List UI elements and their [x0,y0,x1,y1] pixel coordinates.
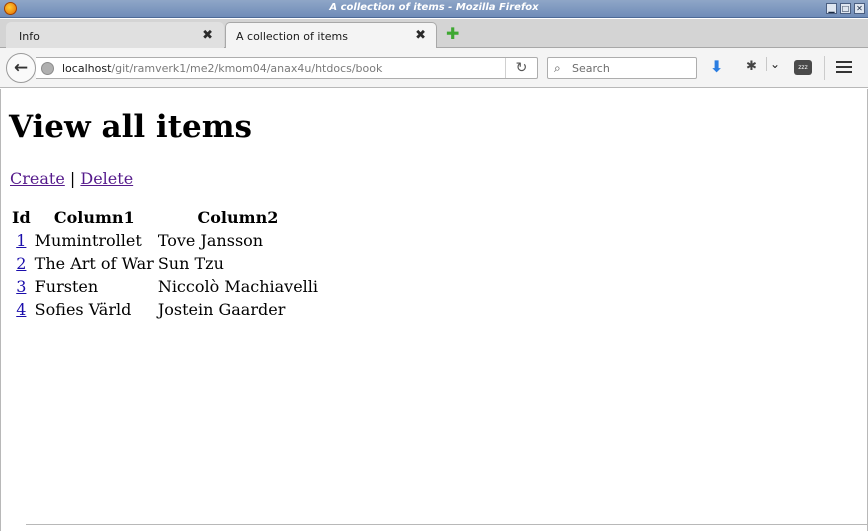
column1-cell: Fursten [34,277,99,296]
url-host: localhost [62,62,112,75]
item-link[interactable]: 1 [16,231,26,250]
new-tab-icon[interactable]: ✚ [446,24,459,43]
column2-cell: Sun Tzu [157,254,224,273]
sleep-icon[interactable]: zzz [794,60,812,75]
navigation-toolbar: localhost/git/ramverk1/me2/kmom04/anax4u… [0,48,868,88]
column2-cell: Tove Jansson [157,231,264,250]
delete-link[interactable]: Delete [80,169,133,188]
table-row: 4 Sofies Värld Jostein Gaarder [11,299,319,320]
item-link[interactable]: 2 [16,254,26,273]
tab-label: A collection of items [236,30,348,43]
table-row: 3 Fursten Niccolò Machiavelli [11,276,319,297]
chevron-down-icon[interactable]: ⌄ [766,57,780,71]
item-link[interactable]: 4 [16,300,26,319]
tab-info[interactable]: Info ✖ [6,22,224,49]
table-header-row: Id Column1 Column2 [11,207,319,228]
column1-cell: The Art of War [34,254,154,273]
back-button[interactable]: ← [6,53,36,83]
action-links: Create | Delete [10,169,133,188]
column1-cell: Sofies Värld [34,300,132,319]
header-column1: Column1 [53,208,135,227]
id-cell: 2 [11,253,32,274]
close-tab-icon[interactable]: ✖ [415,28,426,43]
page-title: View all items [9,109,252,145]
create-link[interactable]: Create [10,169,65,188]
column2-cell: Jostein Gaarder [157,300,286,319]
url-bar[interactable]: localhost/git/ramverk1/me2/kmom04/anax4u… [36,57,538,79]
reload-icon[interactable]: ↻ [505,58,537,78]
item-link[interactable]: 3 [16,277,26,296]
column2-cell: Niccolò Machiavelli [157,277,319,296]
sleep-icon-label: zzz [798,64,808,71]
download-icon[interactable]: ⬇ [710,57,723,76]
link-separator: | [69,169,76,188]
table-row: 1 Mumintrollet Tove Jansson [11,230,319,251]
url-path: /git/ramverk1/me2/kmom04/anax4u/htdocs/b… [111,62,383,75]
tab-strip: Info ✖ A collection of items ✖ ✚ [0,19,868,49]
hamburger-menu-icon[interactable] [836,58,852,76]
globe-icon [41,62,54,75]
id-cell: 3 [11,276,32,297]
window-titlebar: A collection of items - Mozilla Firefox … [0,0,868,18]
table-row: 2 The Art of War Sun Tzu [11,253,319,274]
maximize-button[interactable]: □ [840,3,851,14]
minimize-button[interactable]: ▁ [826,3,837,14]
toolbar-separator [824,56,825,80]
id-cell: 4 [11,299,32,320]
url-text[interactable]: localhost/git/ramverk1/me2/kmom04/anax4u… [62,62,382,75]
tab-collection[interactable]: A collection of items ✖ [225,22,437,49]
bug-icon[interactable]: ✱ [746,59,757,74]
page-content: View all items Create | Delete Id Column… [0,89,868,531]
search-input[interactable]: ⌕ Search [547,57,697,79]
back-arrow-icon: ← [13,58,29,78]
items-table: Id Column1 Column2 1 Mumintrollet Tove J… [9,205,321,322]
close-window-button[interactable]: ✕ [854,3,865,14]
close-tab-icon[interactable]: ✖ [202,28,213,43]
id-cell: 1 [11,230,32,251]
header-id: Id [12,208,31,227]
tab-label: Info [19,30,40,43]
search-icon: ⌕ [554,61,561,75]
column1-cell: Mumintrollet [34,231,142,250]
window-title: A collection of items - Mozilla Firefox [329,2,539,13]
bottom-border [26,524,868,525]
header-column2: Column2 [197,208,279,227]
search-placeholder: Search [572,62,610,75]
